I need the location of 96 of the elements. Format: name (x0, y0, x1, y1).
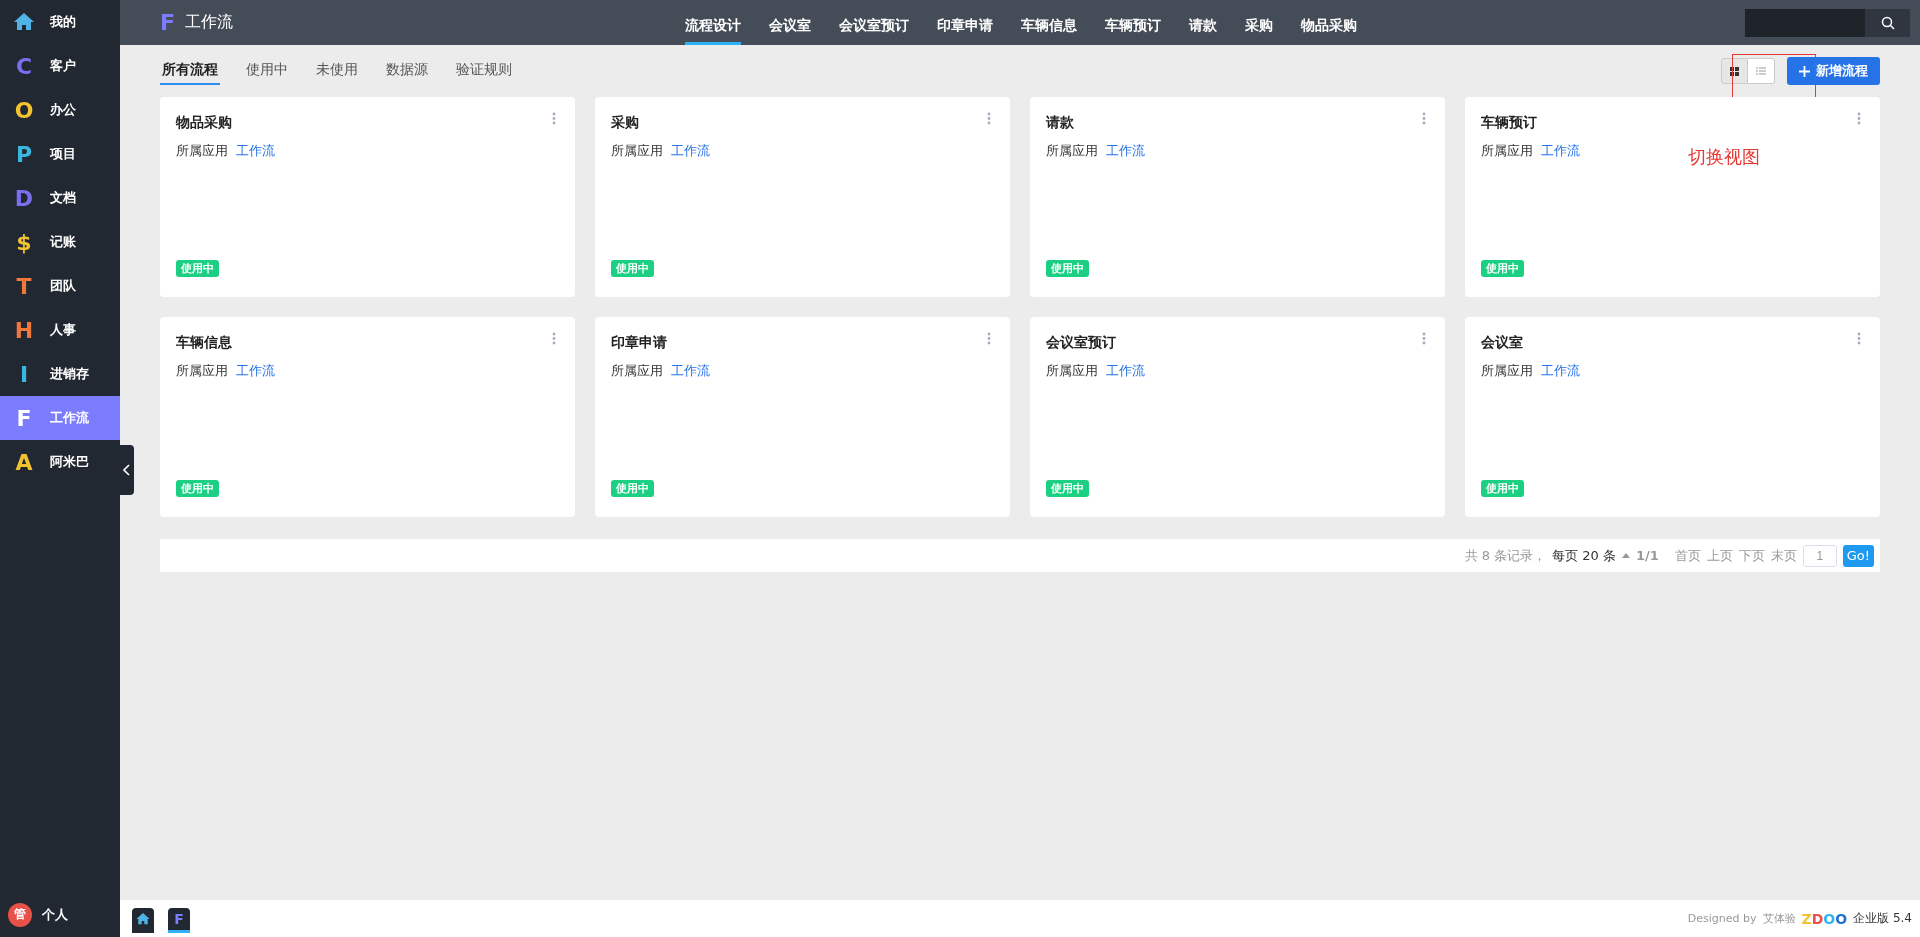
app-label: 所属应用 (611, 142, 663, 160)
collapse-button[interactable] (120, 445, 134, 495)
search-button[interactable] (1865, 8, 1910, 37)
app-logo: F (160, 10, 176, 35)
user-menu[interactable]: 管 个人 (0, 896, 120, 933)
app-link[interactable]: 工作流 (1106, 142, 1145, 160)
nav-tab[interactable]: 会议室 (769, 7, 811, 45)
status-badge: 使用中 (1481, 480, 1524, 497)
user-avatar: 管 (8, 902, 32, 927)
card-title: 车辆预订 (1481, 114, 1537, 132)
status-badge: 使用中 (1481, 260, 1524, 277)
app-link[interactable]: 工作流 (671, 362, 710, 380)
page-indicator: 1/1 (1635, 548, 1659, 563)
plus-icon (1799, 65, 1810, 77)
flow-card[interactable]: 会议室 所属应用 工作流 使用中 (1465, 317, 1880, 517)
chevron-left-icon (123, 464, 131, 476)
status-badge: 使用中 (176, 260, 219, 277)
more-icon (552, 112, 556, 125)
sidebar-item[interactable]: T 团队 (0, 264, 120, 308)
sidebar-item[interactable]: D 文档 (0, 176, 120, 220)
edition-label: 企业版 5.4 (1853, 910, 1912, 927)
search-icon (1880, 15, 1895, 30)
more-icon (987, 332, 991, 345)
flow-card[interactable]: 会议室预订 所属应用 工作流 使用中 (1030, 317, 1445, 517)
sidebar-item[interactable]: 我的 (0, 0, 120, 44)
status-badge: 使用中 (1046, 480, 1089, 497)
designed-by-label: Designed by (1687, 912, 1757, 925)
app-link[interactable]: 工作流 (236, 362, 275, 380)
more-icon (1857, 332, 1861, 345)
grid-icon (1730, 66, 1739, 76)
more-icon (987, 112, 991, 125)
card-title: 会议室 (1481, 334, 1523, 352)
card-title: 车辆信息 (176, 334, 232, 352)
page-size-selector[interactable]: 每页 20 条 (1552, 546, 1616, 565)
sidebar-item[interactable]: A 阿米巴 (0, 440, 120, 484)
flow-card[interactable]: 采购 所属应用 工作流 使用中 (595, 97, 1010, 297)
status-badge: 使用中 (1046, 260, 1089, 277)
filter-tab[interactable]: 所有流程 (160, 57, 220, 85)
more-icon (1422, 332, 1426, 345)
status-badge: 使用中 (611, 260, 654, 277)
nav-tab[interactable]: 车辆预订 (1105, 7, 1161, 45)
nav-tab[interactable]: 流程设计 (685, 7, 741, 45)
app-link[interactable]: 工作流 (1106, 362, 1145, 380)
record-count: 共 8 条记录， (1464, 546, 1547, 565)
app-link[interactable]: 工作流 (236, 142, 275, 160)
annotation-label: 切换视图 (1688, 145, 1760, 169)
filter-tab[interactable]: 使用中 (244, 57, 290, 85)
app-label: 所属应用 (176, 362, 228, 380)
more-icon (1857, 112, 1861, 125)
app-label: 所属应用 (176, 142, 228, 160)
app-label: 所属应用 (611, 362, 663, 380)
sidebar-item[interactable]: O 办公 (0, 88, 120, 132)
nav-tab[interactable]: 车辆信息 (1021, 7, 1077, 45)
status-badge: 使用中 (611, 480, 654, 497)
card-title: 请款 (1046, 114, 1074, 132)
more-icon (552, 332, 556, 345)
filter-tab[interactable]: 未使用 (314, 57, 360, 85)
sidebar-item[interactable]: I 进销存 (0, 352, 120, 396)
nav-tab[interactable]: 物品采购 (1301, 7, 1357, 45)
taskbar-app[interactable]: F (168, 907, 190, 933)
app-link[interactable]: 工作流 (671, 142, 710, 160)
flow-card[interactable]: 车辆信息 所属应用 工作流 使用中 (160, 317, 575, 517)
taskbar-app[interactable] (132, 907, 154, 933)
app-label: 所属应用 (1046, 362, 1098, 380)
app-title: 工作流 (185, 12, 234, 33)
app-label: 所属应用 (1481, 362, 1533, 380)
caret-up-icon (1621, 553, 1630, 558)
view-toggle[interactable] (1748, 58, 1775, 84)
app-label: 所属应用 (1046, 142, 1098, 160)
flow-card[interactable]: 物品采购 所属应用 工作流 使用中 (160, 97, 575, 297)
flow-card[interactable]: 印章申请 所属应用 工作流 使用中 (595, 317, 1010, 517)
more-icon (1422, 112, 1426, 125)
sidebar-item[interactable]: H 人事 (0, 308, 120, 352)
sidebar-item[interactable]: P 项目 (0, 132, 120, 176)
search-field[interactable] (1745, 8, 1910, 37)
nav-tab[interactable]: 会议室预订 (839, 7, 909, 45)
flow-card[interactable]: 请款 所属应用 工作流 使用中 (1030, 97, 1445, 297)
card-title: 印章申请 (611, 334, 667, 352)
filter-tab[interactable]: 数据源 (384, 57, 430, 85)
new-flow-button[interactable]: 新增流程 (1787, 57, 1880, 85)
nav-tab[interactable]: 采购 (1245, 7, 1273, 45)
status-badge: 使用中 (176, 480, 219, 497)
list-icon (1756, 67, 1766, 75)
app-label: 所属应用 (1481, 142, 1533, 160)
sidebar-item[interactable]: $ 记账 (0, 220, 120, 264)
card-title: 会议室预订 (1046, 334, 1116, 352)
nav-tab[interactable]: 请款 (1189, 7, 1217, 45)
card-title: 物品采购 (176, 114, 232, 132)
app-link[interactable]: 工作流 (1541, 362, 1580, 380)
home-icon (135, 910, 151, 927)
sidebar-item[interactable]: C 客户 (0, 44, 120, 88)
app-link[interactable]: 工作流 (1541, 142, 1580, 160)
view-toggle[interactable] (1721, 58, 1748, 84)
card-title: 采购 (611, 114, 639, 132)
nav-tab[interactable]: 印章申请 (937, 7, 993, 45)
filter-tab[interactable]: 验证规则 (454, 57, 514, 85)
